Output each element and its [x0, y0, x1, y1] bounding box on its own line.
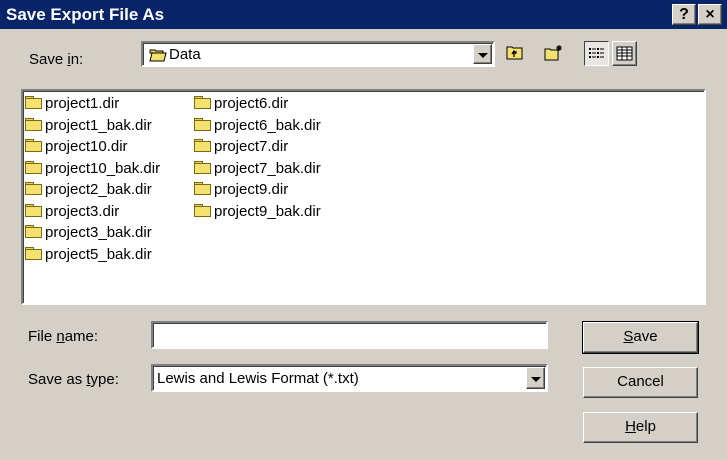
save-in-dropdown-button[interactable] [473, 44, 492, 64]
save-in-label-post: n: [70, 51, 84, 68]
file-list-item-label: project9_bak.dir [214, 202, 321, 220]
folder-icon [25, 203, 42, 217]
file-list-item[interactable]: project6.dir [194, 93, 321, 115]
file-list-item-label: project7_bak.dir [214, 159, 321, 177]
file-list-item[interactable]: project1_bak.dir [25, 115, 160, 137]
save-in-label-pre: Save [29, 51, 68, 68]
up-one-level-icon [506, 45, 524, 64]
details-view-icon [616, 46, 633, 65]
file-list-item[interactable]: project7_bak.dir [194, 158, 321, 180]
file-name-label: File name: [28, 328, 98, 345]
folder-icon [194, 96, 211, 109]
save-as-type-label-post: ype: [90, 371, 119, 388]
save-in-value: Data [169, 46, 201, 63]
folder-icon [25, 225, 42, 238]
file-list-item[interactable]: project1.dir [25, 93, 160, 115]
file-list-item-label: project10.dir [45, 138, 128, 155]
file-name-label-key: n [56, 328, 65, 345]
folder-icon [194, 160, 211, 174]
file-list-item[interactable]: project9_bak.dir [194, 201, 321, 223]
folder-icon [25, 160, 42, 174]
file-list-item-label: project6.dir [214, 95, 289, 112]
file-list-item-label: project5_bak.dir [45, 245, 152, 263]
file-list-item-label: project10_bak.dir [45, 159, 161, 177]
save-as-type-combo[interactable]: Lewis and Lewis Format (*.txt) [151, 364, 548, 392]
file-list-item[interactable]: project3_bak.dir [25, 222, 160, 244]
folder-icon [25, 246, 42, 260]
window-title: Save Export File As [6, 5, 165, 24]
file-list-item-label: project9.dir [214, 181, 289, 198]
file-list-item-label: project2_bak.dir [45, 181, 152, 198]
file-list-item[interactable]: project5_bak.dir [25, 244, 160, 266]
cancel-button[interactable]: Cancel [583, 367, 698, 398]
list-view-button[interactable] [584, 41, 609, 66]
save-as-type-value: Lewis and Lewis Format (*.txt) [157, 370, 359, 387]
title-bar[interactable]: Save Export File As ? × [0, 0, 727, 29]
file-list-item[interactable]: project2_bak.dir [25, 179, 160, 201]
chevron-down-icon [531, 377, 541, 382]
file-list-column-1: project1.dir project1_bak.dir project10.di… [25, 93, 160, 265]
create-new-folder-button[interactable] [542, 41, 567, 66]
file-name-input[interactable] [151, 321, 548, 349]
file-list-item-label: project7.dir [214, 138, 289, 155]
help-button[interactable]: Help [583, 412, 698, 443]
file-list-item-label: project3_bak.dir [45, 224, 152, 241]
file-list-item-label: project1_bak.dir [45, 116, 152, 134]
file-list-item-label: project6_bak.dir [214, 116, 321, 134]
close-button[interactable]: × [698, 4, 722, 25]
help-button-rest: elp [635, 418, 656, 435]
folder-icon [194, 139, 211, 152]
file-name-label-post: ame: [64, 328, 99, 345]
file-list-item-label: project3.dir [45, 202, 120, 220]
list-view-icon [588, 46, 605, 65]
save-as-type-dropdown-button[interactable] [526, 367, 545, 389]
folder-icon [25, 139, 42, 152]
up-one-level-button[interactable] [503, 41, 528, 66]
details-view-button[interactable] [612, 41, 637, 66]
file-list-item-label: project1.dir [45, 95, 120, 112]
file-list-item[interactable]: project10_bak.dir [25, 158, 160, 180]
file-list-item[interactable]: project9.dir [194, 179, 321, 201]
file-list[interactable]: project1.dir project1_bak.dir project10.di… [21, 89, 706, 305]
file-name-label-pre: File [28, 328, 57, 345]
file-list-item[interactable]: project7.dir [194, 136, 321, 158]
save-in-combo[interactable]: Data [141, 41, 495, 67]
file-list-item[interactable]: project3.dir [25, 201, 160, 223]
save-button[interactable]: Save [582, 321, 699, 354]
open-folder-icon [149, 48, 167, 66]
save-in-label: Save in: [29, 51, 83, 68]
save-button-rest: ave [633, 328, 658, 345]
help-title-button[interactable]: ? [672, 4, 696, 25]
folder-icon [25, 182, 42, 195]
folder-icon [194, 117, 211, 131]
chevron-down-icon [478, 53, 488, 58]
help-button-key: H [625, 418, 636, 435]
create-new-folder-icon [544, 44, 564, 65]
save-as-type-label-pre: Save as [28, 371, 87, 388]
file-list-item[interactable]: project10.dir [25, 136, 160, 158]
folder-icon [25, 117, 42, 131]
folder-icon [194, 182, 211, 195]
folder-icon [25, 96, 42, 109]
save-export-dialog: Save Export File As ? × Save in: Data pr… [0, 0, 727, 460]
file-list-column-2: project6.dir project6_bak.dir project7.dir… [194, 93, 321, 222]
save-button-key: S [623, 328, 634, 345]
save-as-type-label: Save as type: [28, 371, 119, 388]
file-list-item[interactable]: project6_bak.dir [194, 115, 321, 137]
folder-icon [194, 203, 211, 217]
